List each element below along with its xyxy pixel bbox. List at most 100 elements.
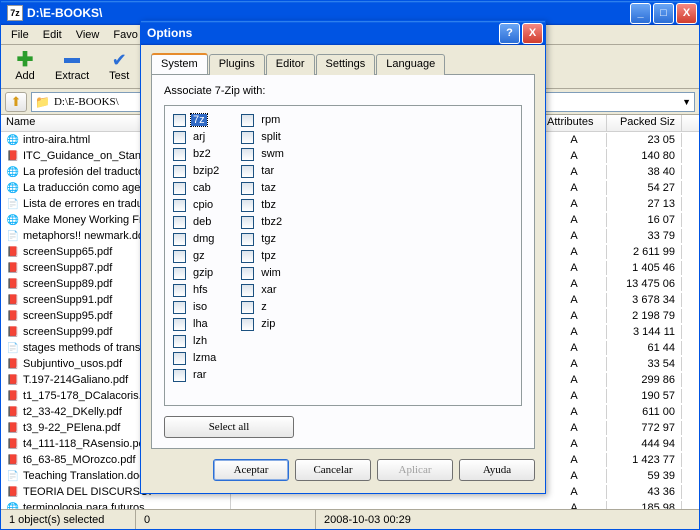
tab-settings[interactable]: Settings <box>316 54 376 75</box>
col-attributes[interactable]: Attributes <box>542 115 607 131</box>
format-label: tgz <box>259 233 278 245</box>
checkbox-7z[interactable] <box>173 114 186 127</box>
checkbox-split[interactable] <box>241 131 254 144</box>
checkbox-gz[interactable] <box>173 250 186 263</box>
tab-editor[interactable]: Editor <box>266 54 315 75</box>
file-icon: 📄 <box>6 469 20 483</box>
format-lha[interactable]: lha <box>173 316 221 332</box>
checkbox-gzip[interactable] <box>173 267 186 280</box>
format-zip[interactable]: zip <box>241 316 286 332</box>
address-dropdown-icon[interactable]: ▼ <box>682 97 691 107</box>
format-label: lzh <box>191 335 209 347</box>
format-hfs[interactable]: hfs <box>173 282 221 298</box>
format-tbz2[interactable]: tbz2 <box>241 214 286 230</box>
format-z[interactable]: z <box>241 299 286 315</box>
format-tbz[interactable]: tbz <box>241 197 286 213</box>
checkbox-wim[interactable] <box>241 267 254 280</box>
menu-view[interactable]: View <box>70 27 106 43</box>
format-cab[interactable]: cab <box>173 180 221 196</box>
format-lzh[interactable]: lzh <box>173 333 221 349</box>
format-split[interactable]: split <box>241 129 286 145</box>
test-label: Test <box>109 70 129 82</box>
format-swm[interactable]: swm <box>241 146 286 162</box>
options-dialog: Options ? X SystemPluginsEditorSettingsL… <box>140 20 546 494</box>
format-7z[interactable]: 7z <box>173 112 221 128</box>
extract-button[interactable]: Extract <box>49 49 95 84</box>
file-size: 185 98 <box>607 501 682 509</box>
checkbox-cpio[interactable] <box>173 199 186 212</box>
checkbox-cab[interactable] <box>173 182 186 195</box>
format-bz2[interactable]: bz2 <box>173 146 221 162</box>
cancel-button[interactable]: Cancelar <box>295 459 371 481</box>
checkbox-tar[interactable] <box>241 165 254 178</box>
checkbox-xar[interactable] <box>241 284 254 297</box>
format-bzip2[interactable]: bzip2 <box>173 163 221 179</box>
checkbox-hfs[interactable] <box>173 284 186 297</box>
close-button[interactable]: X <box>676 3 697 24</box>
format-rar[interactable]: rar <box>173 367 221 383</box>
status-date: 2008-10-03 00:29 <box>316 510 699 529</box>
add-button[interactable]: ✚ Add <box>5 49 45 84</box>
checkbox-taz[interactable] <box>241 182 254 195</box>
checkbox-arj[interactable] <box>173 131 186 144</box>
file-icon: 🌐 <box>6 181 20 195</box>
format-iso[interactable]: iso <box>173 299 221 315</box>
tab-language[interactable]: Language <box>376 54 445 75</box>
table-row[interactable]: 🌐terminologia para futurosA185 98 <box>1 500 699 509</box>
checkbox-tpz[interactable] <box>241 250 254 263</box>
checkbox-dmg[interactable] <box>173 233 186 246</box>
format-xar[interactable]: xar <box>241 282 286 298</box>
format-label: xar <box>259 284 278 296</box>
help-button[interactable]: Ayuda <box>459 459 535 481</box>
file-icon: 📕 <box>6 405 20 419</box>
format-lzma[interactable]: lzma <box>173 350 221 366</box>
apply-button[interactable]: Aplicar <box>377 459 453 481</box>
format-gz[interactable]: gz <box>173 248 221 264</box>
format-arj[interactable]: arj <box>173 129 221 145</box>
format-tpz[interactable]: tpz <box>241 248 286 264</box>
test-button[interactable]: ✔ Test <box>99 49 139 84</box>
menu-edit[interactable]: Edit <box>37 27 68 43</box>
file-attr: A <box>542 357 607 371</box>
checkbox-rar[interactable] <box>173 369 186 382</box>
checkbox-z[interactable] <box>241 301 254 314</box>
format-taz[interactable]: taz <box>241 180 286 196</box>
file-size: 13 475 06 <box>607 277 682 291</box>
checkbox-bzip2[interactable] <box>173 165 186 178</box>
maximize-button[interactable]: □ <box>653 3 674 24</box>
checkbox-zip[interactable] <box>241 318 254 331</box>
file-icon: 📄 <box>6 229 20 243</box>
checkbox-bz2[interactable] <box>173 148 186 161</box>
checkbox-lzma[interactable] <box>173 352 186 365</box>
nav-up-button[interactable]: ⬆ <box>5 92 27 112</box>
checkbox-rpm[interactable] <box>241 114 254 127</box>
select-all-button[interactable]: Select all <box>164 416 294 438</box>
checkbox-lha[interactable] <box>173 318 186 331</box>
format-rpm[interactable]: rpm <box>241 112 286 128</box>
format-tar[interactable]: tar <box>241 163 286 179</box>
col-packed-size[interactable]: Packed Siz <box>607 115 682 131</box>
format-tgz[interactable]: tgz <box>241 231 286 247</box>
menu-favo[interactable]: Favo <box>107 27 143 43</box>
checkbox-iso[interactable] <box>173 301 186 314</box>
dialog-close-button[interactable]: X <box>522 23 543 44</box>
minimize-button[interactable]: _ <box>630 3 651 24</box>
file-icon: 📄 <box>6 197 20 211</box>
format-wim[interactable]: wim <box>241 265 286 281</box>
file-size: 33 79 <box>607 229 682 243</box>
checkbox-deb[interactable] <box>173 216 186 229</box>
dialog-help-button[interactable]: ? <box>499 23 520 44</box>
menu-file[interactable]: File <box>5 27 35 43</box>
format-deb[interactable]: deb <box>173 214 221 230</box>
checkbox-tgz[interactable] <box>241 233 254 246</box>
checkbox-tbz2[interactable] <box>241 216 254 229</box>
tab-system[interactable]: System <box>151 53 208 74</box>
checkbox-swm[interactable] <box>241 148 254 161</box>
tab-plugins[interactable]: Plugins <box>209 54 265 75</box>
format-dmg[interactable]: dmg <box>173 231 221 247</box>
format-gzip[interactable]: gzip <box>173 265 221 281</box>
checkbox-tbz[interactable] <box>241 199 254 212</box>
checkbox-lzh[interactable] <box>173 335 186 348</box>
accept-button[interactable]: Aceptar <box>213 459 289 481</box>
format-cpio[interactable]: cpio <box>173 197 221 213</box>
